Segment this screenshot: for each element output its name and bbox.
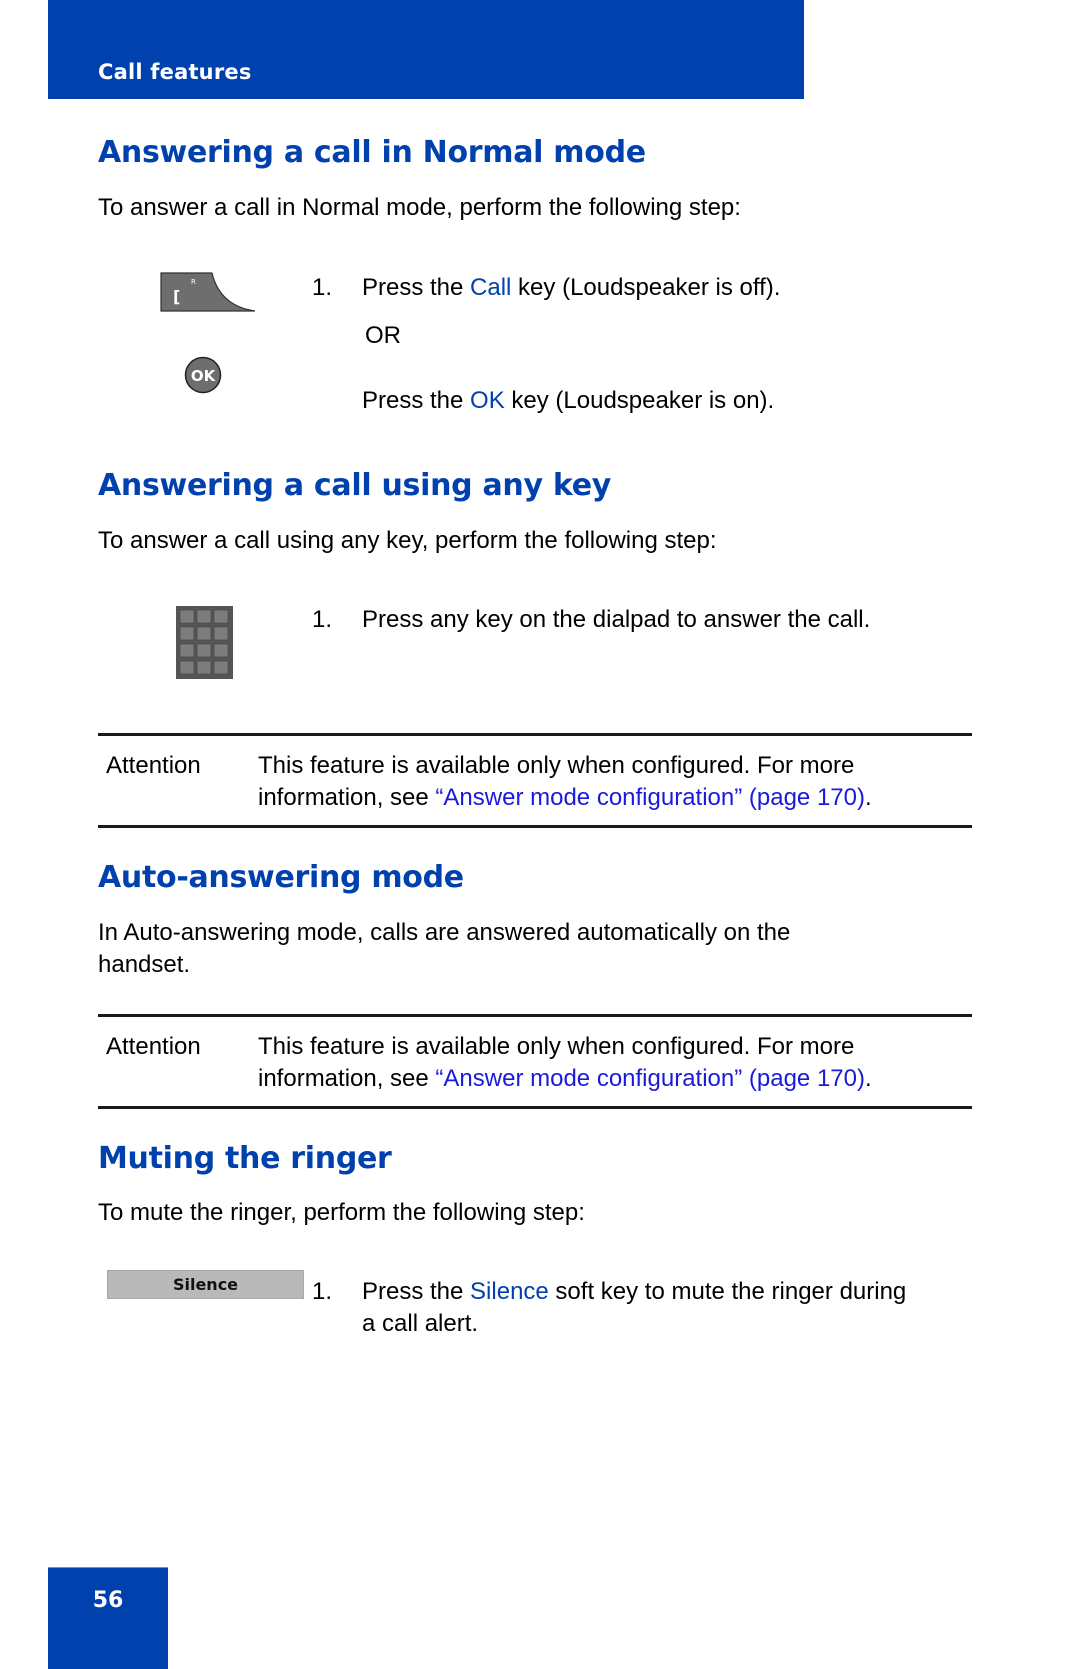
step-prefix: Press the — [362, 1278, 471, 1305]
page-number: 56 — [92, 1588, 124, 1613]
section-title: Call features — [98, 60, 252, 84]
answer-mode-config-link[interactable]: “Answer mode configuration” (page 170) — [435, 784, 865, 811]
attention-text: This feature is available only when conf… — [258, 750, 978, 814]
step-suffix: key (Loudspeaker is on). — [504, 387, 775, 414]
attention-text: This feature is available only when conf… — [258, 1031, 978, 1095]
normal-mode-intro: To answer a call in Normal mode, perform… — [98, 194, 741, 221]
ok-key-label: OK — [191, 367, 217, 385]
auto-answer-intro-line1: In Auto-answering mode, calls are answer… — [98, 919, 791, 946]
section-header-band: Call features — [48, 0, 804, 99]
heading-auto-answer: Auto-answering mode — [98, 860, 464, 895]
step-text: Press the Silence soft key to mute the r… — [362, 1276, 906, 1308]
step-prefix: Press the — [362, 387, 471, 414]
attention-period: . — [864, 784, 872, 811]
attention-rule-top — [98, 733, 972, 736]
call-key-main-label: [ — [173, 287, 180, 306]
dialpad-icon — [176, 606, 233, 679]
step-number: 1. — [312, 1278, 333, 1305]
mute-ringer-intro: To mute the ringer, perform the followin… — [98, 1199, 585, 1226]
attention-label: Attention — [106, 752, 201, 779]
page-number-badge: 56 — [48, 1567, 168, 1669]
attention-rule-bottom — [98, 1106, 972, 1109]
silence-softkey-icon: Silence — [107, 1270, 304, 1299]
answer-mode-config-link[interactable]: “Answer mode configuration” (page 170) — [435, 1065, 865, 1092]
auto-answer-intro-line2: handset. — [98, 951, 191, 978]
step-text: Press any key on the dialpad to answer t… — [362, 606, 871, 633]
or-label: OR — [365, 322, 401, 349]
mute-ringer-step-1-line2: a call alert. — [362, 1310, 479, 1337]
step-suffix: soft key to mute the ringer during — [548, 1278, 907, 1305]
ok-keyword: OK — [470, 387, 505, 414]
step-prefix: Press the — [362, 274, 471, 301]
attention-rule-top — [98, 1014, 972, 1017]
attention-label: Attention — [106, 1033, 201, 1060]
step-number: 1. — [312, 274, 333, 301]
call-keyword: Call — [470, 274, 512, 301]
heading-any-key: Answering a call using any key — [98, 468, 611, 503]
silence-keyword: Silence — [470, 1278, 549, 1305]
attention-period: . — [864, 1065, 872, 1092]
ok-key-icon: OK — [184, 356, 222, 394]
step-suffix: key (Loudspeaker is off). — [511, 274, 781, 301]
normal-mode-step-1-alt: Press the OK key (Loudspeaker is on). — [362, 385, 774, 417]
heading-mute-ringer: Muting the ringer — [98, 1141, 392, 1176]
call-key-r-label: R — [191, 278, 196, 286]
step-text: Press the Call key (Loudspeaker is off). — [362, 272, 780, 304]
heading-normal-mode: Answering a call in Normal mode — [98, 135, 646, 170]
attention-rule-bottom — [98, 825, 972, 828]
call-key-icon: R [ — [160, 272, 256, 312]
step-number: 1. — [312, 606, 333, 633]
any-key-intro: To answer a call using any key, perform … — [98, 527, 717, 554]
